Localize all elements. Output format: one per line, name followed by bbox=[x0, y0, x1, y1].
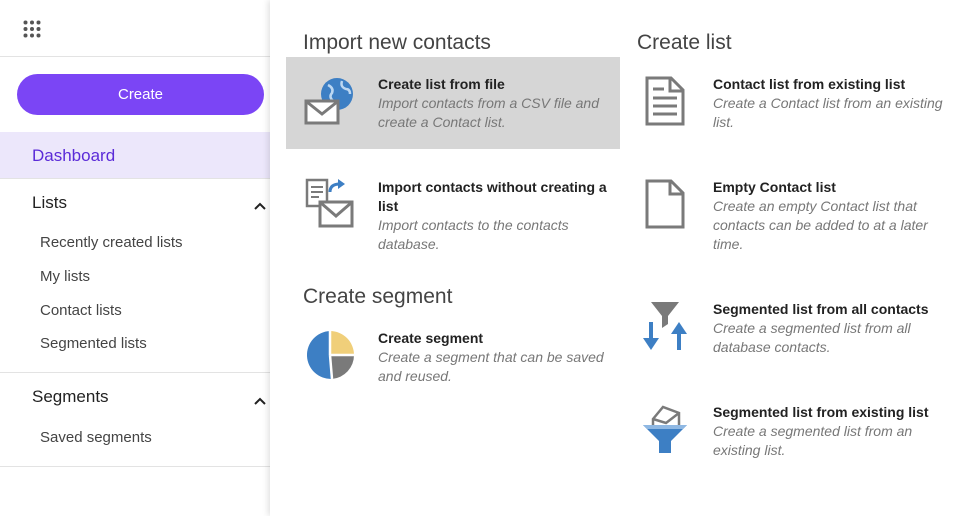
blank-document-icon bbox=[645, 179, 685, 229]
divider bbox=[0, 466, 270, 467]
segment-section-title: Create segment bbox=[303, 285, 453, 308]
pie-chart-icon bbox=[306, 331, 355, 380]
chevron-up-icon[interactable] bbox=[253, 201, 267, 211]
globe-envelope-icon bbox=[304, 78, 353, 125]
app-grid-icon[interactable] bbox=[23, 20, 41, 38]
create-panel: Import new contacts Create list from fil… bbox=[270, 0, 971, 516]
option-title: Create list from file bbox=[378, 76, 505, 92]
option-description: Create a segmented list from an existing… bbox=[713, 423, 913, 458]
sidebar-item-contact-lists[interactable]: Contact lists bbox=[40, 302, 122, 319]
sidebar-item-label: Dashboard bbox=[32, 146, 116, 165]
sidebar-item-segmented-lists[interactable]: Segmented lists bbox=[40, 335, 147, 352]
option-description: Create a Contact list from an existing l… bbox=[713, 95, 943, 130]
sidebar-item-dashboard[interactable]: Dashboard bbox=[0, 132, 270, 179]
option-title: Segmented list from existing list bbox=[713, 404, 929, 420]
option-title: Import contacts without creating a list bbox=[378, 179, 607, 214]
option-description: Create a segmented list from all databas… bbox=[713, 320, 911, 355]
option-title: Segmented list from all contacts bbox=[713, 301, 929, 317]
create-segment-option[interactable]: Create segment Create a segment that can… bbox=[286, 311, 620, 403]
sidebar-item-recently-created-lists[interactable]: Recently created lists bbox=[40, 234, 183, 251]
option-title: Empty Contact list bbox=[713, 179, 836, 195]
import-section-title: Import new contacts bbox=[303, 31, 491, 54]
chevron-up-icon[interactable] bbox=[253, 396, 267, 406]
funnel-arrows-icon bbox=[643, 302, 687, 350]
segments-section-title[interactable]: Segments bbox=[32, 387, 109, 407]
option-description: Import contacts to the contacts database… bbox=[378, 217, 569, 252]
contact-list-from-existing-option[interactable]: Contact list from existing list Create a… bbox=[621, 57, 955, 149]
document-lines-icon bbox=[645, 76, 685, 126]
funnel-envelope-icon bbox=[643, 405, 687, 453]
segmented-from-existing-option[interactable]: Segmented list from existing list Create… bbox=[621, 385, 955, 477]
empty-contact-list-option[interactable]: Empty Contact list Create an empty Conta… bbox=[621, 160, 955, 252]
option-description: Create a segment that can be saved and r… bbox=[378, 349, 604, 384]
divider bbox=[0, 372, 270, 373]
sidebar-item-saved-segments[interactable]: Saved segments bbox=[40, 429, 152, 446]
option-description: Create an empty Contact list that contac… bbox=[713, 198, 928, 252]
list-section-title: Create list bbox=[637, 31, 732, 54]
create-button[interactable]: Create bbox=[17, 74, 264, 115]
top-bar bbox=[0, 0, 270, 57]
import-envelope-icon bbox=[305, 178, 354, 228]
lists-section-title[interactable]: Lists bbox=[32, 193, 67, 213]
option-description: Import contacts from a CSV file and crea… bbox=[378, 95, 599, 130]
option-title: Contact list from existing list bbox=[713, 76, 906, 92]
sidebar-item-my-lists[interactable]: My lists bbox=[40, 268, 90, 285]
sidebar: Create Dashboard Lists Recently created … bbox=[0, 0, 270, 516]
segmented-from-all-option[interactable]: Segmented list from all contacts Create … bbox=[621, 282, 955, 374]
import-without-list-option[interactable]: Import contacts without creating a list … bbox=[286, 160, 620, 252]
option-title: Create segment bbox=[378, 330, 484, 346]
create-list-from-file-option[interactable]: Create list from file Import contacts fr… bbox=[286, 57, 620, 149]
